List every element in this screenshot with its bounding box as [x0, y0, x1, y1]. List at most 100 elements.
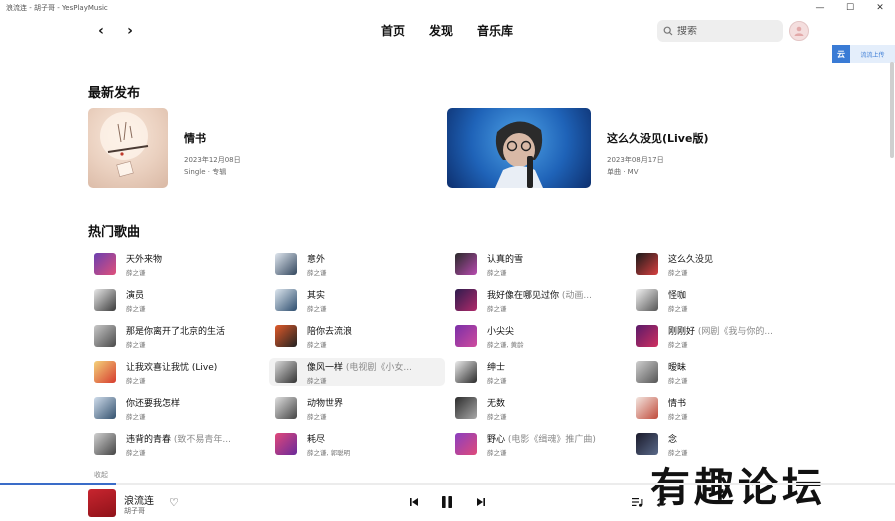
song-artist[interactable]: 薛之谦 [307, 339, 352, 349]
now-playing-artist[interactable]: 胡子哥 [124, 506, 145, 516]
previous-button[interactable] [409, 497, 419, 507]
tab-library[interactable]: 音乐库 [477, 22, 513, 39]
scrollbar[interactable] [890, 62, 894, 158]
song-title[interactable]: 演员 [126, 288, 146, 301]
song-item[interactable]: 像风一样 (电视剧《小女... 薛之谦 [269, 358, 445, 386]
tab-explore[interactable]: 发现 [429, 22, 453, 39]
album-art-icon[interactable] [455, 289, 477, 311]
album-art-icon[interactable] [94, 361, 116, 383]
song-title[interactable]: 这么久没见 [668, 252, 713, 265]
album-art-icon[interactable] [275, 253, 297, 275]
song-item[interactable]: 耗尽薛之谦, 郭聪明 [269, 430, 445, 458]
song-title[interactable]: 动物世界 [307, 396, 343, 409]
song-title[interactable]: 无数 [487, 396, 507, 409]
now-playing-title[interactable]: 浪流连 [124, 492, 154, 507]
avatar[interactable] [789, 21, 809, 41]
album-art-icon[interactable] [455, 397, 477, 419]
song-title[interactable]: 情书 [668, 396, 688, 409]
song-title[interactable]: 野心 (电影《缉魂》推广曲) [487, 432, 596, 445]
song-artist[interactable]: 薛之谦 [487, 411, 507, 421]
minimize-button[interactable]: — [805, 0, 835, 16]
forward-button[interactable]: › [121, 22, 139, 40]
album-art-icon[interactable] [94, 397, 116, 419]
song-item[interactable]: 违背的青春 (致不易青年... 薛之谦 [88, 430, 264, 458]
song-item[interactable]: 我好像在哪见过你 (动画... 薛之谦 [449, 286, 625, 314]
float-upload-widget[interactable]: 云 流流上传 [832, 45, 895, 63]
song-title[interactable]: 天外来物 [126, 252, 162, 265]
album-art-icon[interactable] [455, 253, 477, 275]
album-art-icon[interactable] [94, 433, 116, 455]
song-artist[interactable]: 薛之谦 [307, 267, 327, 277]
song-item[interactable]: 你还要我怎样 薛之谦 [88, 394, 264, 422]
song-title[interactable]: 绅士 [487, 360, 507, 373]
song-artist[interactable]: 薛之谦 [307, 303, 327, 313]
release-cover[interactable] [88, 108, 168, 188]
song-artist[interactable]: 薛之谦 [668, 267, 713, 277]
album-art-icon[interactable] [636, 433, 658, 455]
song-title[interactable]: 意外 [307, 252, 327, 265]
song-item[interactable]: 无数 薛之谦 [449, 394, 625, 422]
song-artist[interactable]: 薛之谦 [126, 303, 146, 313]
song-item[interactable]: 绅士 薛之谦 [449, 358, 625, 386]
song-item[interactable]: 演员 薛之谦 [88, 286, 264, 314]
album-art-icon[interactable] [636, 397, 658, 419]
song-item[interactable]: 让我欢喜让我忧 (Live) 薛之谦 [88, 358, 264, 386]
song-artist[interactable]: 薛之谦 [126, 447, 231, 457]
song-title[interactable]: 耗尽 [307, 432, 350, 445]
album-art-icon[interactable] [275, 433, 297, 455]
maximize-button[interactable]: ☐ [835, 0, 865, 16]
song-artist[interactable]: 薛之谦 [126, 267, 162, 277]
search-box[interactable] [657, 20, 783, 42]
song-artist[interactable]: 薛之谦 [668, 375, 688, 385]
song-title[interactable]: 怪咖 [668, 288, 688, 301]
song-item[interactable]: 暧昧 薛之谦 [630, 358, 806, 386]
song-item[interactable]: 情书 薛之谦 [630, 394, 806, 422]
tab-home[interactable]: 首页 [381, 22, 405, 39]
collect-toggle[interactable]: 收起 [94, 470, 108, 480]
song-artist[interactable]: 薛之谦 [487, 447, 596, 457]
album-art-icon[interactable] [636, 361, 658, 383]
release-name[interactable]: 情书 [184, 130, 241, 146]
song-item[interactable]: 其实 薛之谦 [269, 286, 445, 314]
now-playing-cover[interactable] [88, 489, 116, 517]
song-item[interactable]: 念薛之谦 [630, 430, 806, 458]
song-title[interactable]: 暧昧 [668, 360, 688, 373]
song-item[interactable]: 认真的雪 薛之谦 [449, 250, 625, 278]
song-item[interactable]: 那是你离开了北京的生活 薛之谦 [88, 322, 264, 350]
album-art-icon[interactable] [455, 361, 477, 383]
song-artist[interactable]: 薛之谦, 郭聪明 [307, 447, 350, 457]
song-item[interactable]: 天外来物 薛之谦 [88, 250, 264, 278]
song-item[interactable]: 动物世界 薛之谦 [269, 394, 445, 422]
song-artist[interactable]: 薛之谦 [126, 339, 225, 349]
repeat-button[interactable] [656, 497, 667, 507]
song-artist[interactable]: 薛之谦 [668, 339, 773, 349]
song-artist[interactable]: 薛之谦 [126, 375, 217, 385]
song-title[interactable]: 我好像在哪见过你 (动画... [487, 288, 592, 301]
song-title[interactable]: 其实 [307, 288, 327, 301]
album-art-icon[interactable] [94, 289, 116, 311]
song-item[interactable]: 怪咖 薛之谦 [630, 286, 806, 314]
album-art-icon[interactable] [636, 253, 658, 275]
song-artist[interactable]: 薛之谦, 黄龄 [487, 339, 524, 349]
album-art-icon[interactable] [275, 397, 297, 419]
song-artist[interactable]: 薛之谦 [487, 375, 507, 385]
song-title[interactable]: 违背的青春 (致不易青年... [126, 432, 231, 445]
album-art-icon[interactable] [275, 361, 297, 383]
song-title[interactable]: 那是你离开了北京的生活 [126, 324, 225, 337]
heart-icon[interactable]: ♡ [169, 496, 179, 509]
song-item[interactable]: 意外 薛之谦 [269, 250, 445, 278]
album-art-icon[interactable] [455, 325, 477, 347]
song-item[interactable]: 野心 (电影《缉魂》推广曲) 薛之谦 [449, 430, 625, 458]
pause-button[interactable] [440, 495, 454, 509]
album-art-icon[interactable] [94, 325, 116, 347]
song-artist[interactable]: 薛之谦 [487, 267, 523, 277]
release-card[interactable]: 情书 2023年12月08日 Single · 专辑 [88, 108, 241, 188]
album-art-icon[interactable] [455, 433, 477, 455]
search-input[interactable] [677, 25, 777, 37]
song-item[interactable]: 陪你去流浪 薛之谦 [269, 322, 445, 350]
song-title[interactable]: 像风一样 (电视剧《小女... [307, 360, 412, 373]
album-art-icon[interactable] [275, 289, 297, 311]
song-title[interactable]: 陪你去流浪 [307, 324, 352, 337]
album-art-icon[interactable] [636, 325, 658, 347]
song-artist[interactable]: 薛之谦 [668, 303, 688, 313]
